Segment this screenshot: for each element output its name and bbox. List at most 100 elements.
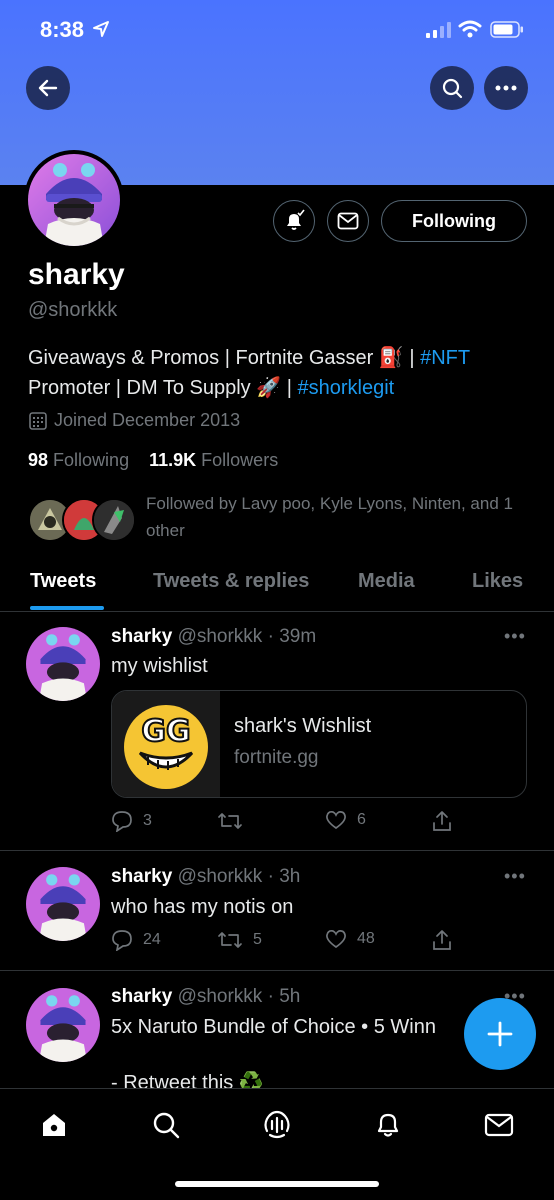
- tab-tweets[interactable]: Tweets: [30, 570, 96, 593]
- like-count: 48: [357, 930, 375, 947]
- tab-likes[interactable]: Likes: [472, 570, 523, 593]
- tweet-meta: @shorkkk · 5h: [177, 986, 301, 1007]
- tweet-header: sharky @shorkkk · 5h: [111, 986, 300, 1008]
- grinning-gg-logo: GG: [124, 705, 208, 789]
- tweet-avatar[interactable]: [26, 988, 100, 1062]
- notifications-toggle-button[interactable]: [273, 200, 315, 242]
- compose-tweet-button[interactable]: [464, 998, 536, 1070]
- reply-button[interactable]: 24: [111, 929, 161, 951]
- nav-notifications[interactable]: [370, 1107, 406, 1143]
- profile-avatar[interactable]: [24, 150, 124, 250]
- retweet-icon: [218, 932, 242, 948]
- tweet-text: my wishlist: [111, 655, 208, 677]
- tweet-more-button[interactable]: •••: [504, 866, 526, 887]
- tweet-actions: 3 6: [111, 810, 511, 838]
- hashtag-link-2[interactable]: #shorklegit: [297, 377, 394, 399]
- joined-date: Joined December 2013: [28, 410, 240, 431]
- bio-emoji-rocket: 🚀: [256, 377, 282, 399]
- more-options-button[interactable]: [484, 66, 528, 110]
- active-tab-indicator: [30, 606, 104, 610]
- tweet-text-line-2: - Retweet this ♻️: [111, 1072, 264, 1088]
- share-button[interactable]: [431, 929, 453, 951]
- nav-spaces[interactable]: [259, 1107, 295, 1143]
- retweet-button[interactable]: [217, 810, 253, 832]
- like-count: 6: [357, 811, 366, 828]
- bell-check-icon: [287, 209, 305, 230]
- heart-icon: [326, 929, 346, 949]
- followers-label: Followers: [201, 450, 279, 470]
- back-button[interactable]: [26, 66, 70, 110]
- search-button[interactable]: [430, 66, 474, 110]
- reply-count: 3: [143, 812, 152, 829]
- follow-counts: 98 Following 11.9K Followers: [28, 450, 278, 471]
- tweet-author-name: sharky: [111, 866, 173, 887]
- following-button[interactable]: Following: [381, 200, 527, 242]
- profile-handle: @shorkkk: [28, 299, 118, 321]
- wifi-icon: [458, 20, 482, 38]
- calendar-icon: [29, 411, 47, 430]
- followers-count: 11.9K: [149, 450, 197, 470]
- tweet-actions: 24 5 48: [111, 929, 511, 957]
- profile-tabs: Tweets Tweets & replies Media Likes: [0, 560, 554, 612]
- tweet-header: sharky @shorkkk · 39m: [111, 626, 316, 648]
- home-indicator: [175, 1181, 379, 1187]
- mail-icon: [484, 1113, 514, 1137]
- like-button[interactable]: 48: [325, 929, 375, 949]
- following-count: 98: [28, 450, 49, 470]
- mini-avatar: [92, 498, 136, 542]
- bio-separator: |: [403, 347, 421, 369]
- tweet-meta: @shorkkk · 39m: [177, 626, 317, 647]
- bio-separator-2: |: [281, 377, 298, 399]
- tab-tweets-replies[interactable]: Tweets & replies: [153, 570, 309, 593]
- tweet-more-button[interactable]: •••: [504, 626, 526, 647]
- hashtag-link[interactable]: #NFT: [420, 347, 470, 369]
- retweet-icon: [218, 813, 242, 829]
- clock: 8:38: [40, 17, 85, 42]
- followed-by-avatars[interactable]: [28, 498, 138, 544]
- nav-home[interactable]: [36, 1107, 72, 1143]
- location-arrow-icon: [93, 21, 109, 37]
- reply-icon: [112, 930, 132, 951]
- share-button[interactable]: [431, 810, 453, 832]
- message-button[interactable]: [327, 200, 369, 242]
- share-icon: [433, 930, 451, 950]
- tweet-avatar[interactable]: [26, 627, 100, 701]
- link-preview-card[interactable]: GG shark's Wishlist fortnite.gg: [111, 690, 527, 798]
- battery-icon: [490, 21, 523, 38]
- tweet-text: who has my notis on: [111, 896, 294, 918]
- bell-icon: [377, 1113, 399, 1137]
- arrow-left-icon: [38, 79, 58, 97]
- avatar-image: [28, 154, 120, 246]
- card-domain: fortnite.gg: [234, 747, 319, 768]
- nav-search[interactable]: [148, 1107, 184, 1143]
- tweet-meta: @shorkkk · 3h: [177, 866, 301, 887]
- mail-icon: [337, 212, 359, 230]
- reply-icon: [112, 811, 132, 832]
- share-icon: [433, 811, 451, 831]
- tweet-avatar[interactable]: [26, 867, 100, 941]
- followers-link[interactable]: 11.9K Followers: [149, 450, 278, 470]
- joined-text: Joined December 2013: [54, 410, 241, 430]
- bio-text-2: Promoter | DM To Supply: [28, 377, 257, 399]
- retweet-count: 5: [253, 931, 262, 948]
- more-horizontal-icon: [495, 85, 517, 91]
- followed-by-text[interactable]: Followed by Lavy poo, Kyle Lyons, Ninten…: [146, 490, 526, 544]
- like-button[interactable]: 6: [325, 810, 366, 830]
- spaces-mic-icon: [264, 1110, 290, 1139]
- home-icon: [43, 1114, 65, 1136]
- reply-button[interactable]: 3: [111, 810, 152, 832]
- bio-emoji-fuel: ⛽: [378, 347, 404, 369]
- tweet-header: sharky @shorkkk · 3h: [111, 866, 300, 888]
- tab-media[interactable]: Media: [358, 570, 415, 593]
- tweet[interactable]: sharky @shorkkk · 3h ••• who has my noti…: [0, 851, 554, 971]
- search-icon: [153, 1112, 180, 1139]
- tweet-author-name: sharky: [111, 626, 173, 647]
- following-link[interactable]: 98 Following: [28, 450, 129, 470]
- tweet-text: 5x Naruto Bundle of Choice • 5 Winn: [111, 1016, 436, 1038]
- card-title: shark's Wishlist: [234, 715, 372, 737]
- heart-icon: [326, 810, 346, 830]
- retweet-button[interactable]: 5: [217, 929, 262, 951]
- nav-messages[interactable]: [481, 1107, 517, 1143]
- card-thumbnail: GG: [112, 691, 220, 797]
- profile-name: sharky: [28, 258, 125, 291]
